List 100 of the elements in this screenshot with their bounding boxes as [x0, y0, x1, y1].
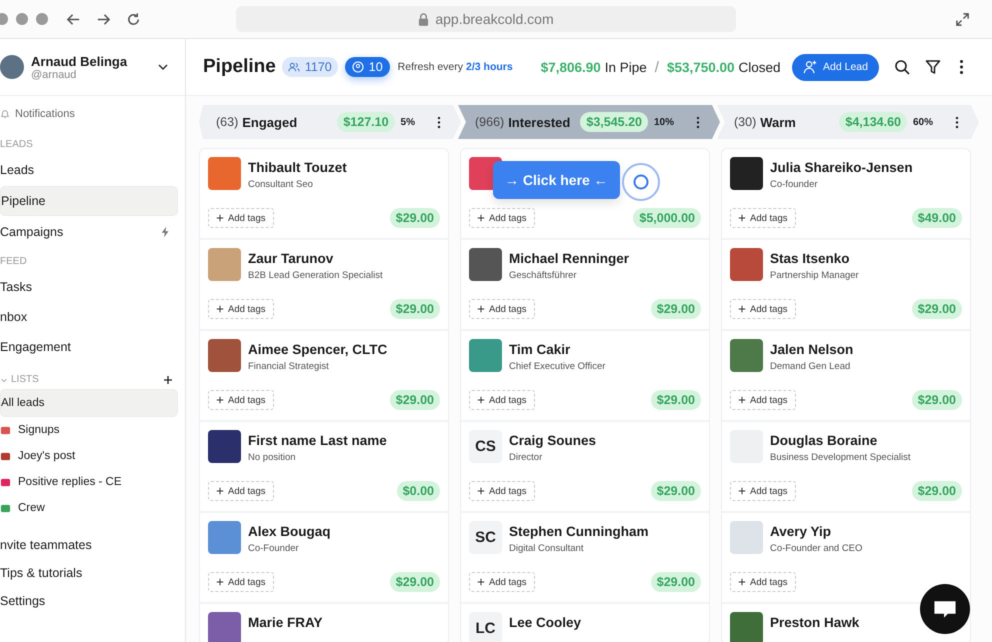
sidebar-link[interactable]: nvite teammates [0, 531, 185, 559]
lead-card[interactable]: Marie FRAY [200, 604, 448, 642]
lead-card[interactable]: Jalen Nelson Demand Gen Lead Add tags $29.00 [722, 331, 970, 422]
plus-icon [477, 396, 485, 404]
add-tags-button[interactable]: Add tags [730, 299, 796, 319]
add-tags-button[interactable]: Add tags [208, 572, 274, 592]
lead-card[interactable]: Stas Itsenko Partnership Manager Add tags $29.00 [722, 240, 970, 331]
list-item[interactable]: All leads [0, 389, 178, 417]
add-tags-button[interactable]: Add tags [208, 299, 274, 319]
lead-card[interactable]: Michael Renninger Geschäftsführer Add tags $29.00 [461, 240, 709, 331]
lead-position: Financial Strategist [248, 361, 330, 372]
deal-amount: $0.00 [396, 481, 440, 501]
lead-position: Partnership Manager [770, 270, 859, 281]
add-tags-button[interactable]: Add tags [730, 481, 796, 501]
lead-card[interactable]: Thibault Touzet Consultant Seo Add tags $29.00 [200, 149, 448, 240]
more-icon[interactable] [696, 116, 700, 128]
lead-name: Craig Sounes [509, 433, 596, 448]
deal-amount: $29.00 [390, 390, 440, 410]
refresh-interval-link[interactable]: 2/3 hours [466, 61, 513, 73]
plus-icon [738, 396, 746, 404]
stage-count: (63) [216, 115, 238, 129]
filter-icon[interactable] [925, 59, 941, 75]
stage-count: (30) [734, 115, 756, 129]
lock-icon [418, 12, 430, 26]
sidebar-link[interactable]: Settings [0, 587, 185, 615]
lead-card[interactable]: Preston Hawk [722, 604, 970, 642]
add-tags-button[interactable]: Add tags [208, 208, 274, 228]
list-item[interactable]: Joey's post [0, 443, 178, 469]
plus-icon [477, 214, 485, 222]
lead-card[interactable]: Aimee Spencer, CLTC Financial Strategist Add tags $29.00 [200, 331, 448, 422]
lead-card[interactable]: SC Stephen Cunningham Digital Consultant Add tags $29.00 [461, 513, 709, 604]
stage-percent: 10% [654, 116, 674, 128]
add-tags-button[interactable]: Add tags [208, 481, 274, 501]
lead-name: Michael Renninger [509, 251, 630, 266]
back-icon[interactable] [66, 12, 81, 26]
section-heading: LEADS [0, 138, 34, 152]
lead-name: Stephen Cunningham [509, 524, 648, 539]
list-item[interactable]: Crew [0, 495, 178, 521]
window-minimize-dot[interactable] [16, 13, 28, 25]
refresh-label: Refresh every [398, 61, 464, 73]
pipeline-stage-tab[interactable]: (966) Interested $3,545.20 10% [458, 105, 720, 139]
stage-name: Warm [760, 114, 797, 130]
hotspot-icon[interactable] [621, 162, 661, 202]
notifications-link[interactable]: Notifications [0, 96, 185, 130]
add-tags-button[interactable]: Add tags [208, 390, 274, 410]
click-here-tooltip[interactable]: → Click here ← [493, 161, 620, 199]
pipeline-stage-tab[interactable]: (63) Engaged $127.10 5% [199, 105, 461, 139]
lead-card[interactable]: Tim Cakir Chief Executive Officer Add tags $29.00 [461, 331, 709, 422]
add-tags-button[interactable]: Add tags [469, 481, 534, 501]
lead-name: Jalen Nelson [770, 342, 854, 357]
sidebar-link[interactable]: Tips & tutorials [0, 559, 185, 587]
sidebar-item[interactable]: Campaigns [0, 218, 178, 246]
list-item[interactable]: Positive replies - CE [0, 469, 178, 495]
stage-amount: $3,545.20 [580, 112, 648, 132]
sidebar-item[interactable]: Leads [0, 156, 178, 184]
forward-icon[interactable] [96, 12, 111, 26]
pipeline-stage-tab[interactable]: (30) Warm $4,134.60 60% [717, 105, 979, 139]
add-tags-button[interactable]: Add tags [469, 572, 534, 592]
lead-card[interactable]: First name Last name No position Add tags $0.00 [200, 422, 448, 513]
reload-icon[interactable] [126, 12, 141, 26]
add-tags-button[interactable]: Add tags [730, 390, 796, 410]
add-tags-button[interactable]: Add tags [730, 208, 796, 228]
more-icon[interactable] [955, 116, 959, 128]
deal-amount: $29.00 [390, 572, 440, 592]
leads-count-badge[interactable]: 1170 [282, 57, 338, 77]
lead-position: Digital Consultant [509, 543, 584, 554]
lead-card[interactable]: Douglas Boraine Business Development Specialist Add tags $29.00 [722, 422, 970, 513]
lead-position: Co-Founder [248, 543, 300, 554]
search-icon[interactable] [894, 59, 910, 75]
lead-card[interactable]: LC Lee Cooley [461, 604, 709, 642]
add-tags-button[interactable]: Add tags [469, 390, 534, 410]
lead-card[interactable]: Zaur Tarunov B2B Lead Generation Specialist Add tags $29.00 [200, 240, 448, 331]
plus-icon[interactable] [163, 374, 173, 384]
lead-position: Director [509, 452, 544, 463]
stage-name: Engaged [242, 114, 298, 130]
address-bar[interactable]: app.breakcold.com [236, 6, 736, 32]
lead-card[interactable]: Alex Bougaq Co-Founder Add tags $29.00 [200, 513, 448, 604]
list-icon [0, 476, 11, 488]
lead-name: First name Last name [248, 433, 387, 448]
initials-avatar: LC [469, 612, 502, 642]
members-count-badge[interactable]: 10 [344, 57, 390, 77]
lead-card[interactable]: Julia Shareiko-Jensen Co-founder Add tags $49.00 [722, 149, 970, 240]
deal-amount: $29.00 [650, 572, 701, 592]
lead-card[interactable]: CS Craig Sounes Director Add tags $29.00 [461, 422, 709, 513]
sidebar-item[interactable]: nbox [0, 303, 178, 331]
chat-widget-popup[interactable] [920, 584, 970, 634]
sidebar-item[interactable]: Engagement [0, 333, 178, 361]
add-tags-button[interactable]: Add tags [469, 299, 534, 319]
expand-icon[interactable] [955, 12, 970, 26]
sidebar-item[interactable]: Tasks [0, 273, 178, 301]
window-zoom-dot[interactable] [36, 13, 48, 25]
list-item[interactable]: Signups [0, 417, 178, 443]
sidebar-item[interactable]: Pipeline [0, 186, 178, 216]
more-icon[interactable] [959, 59, 964, 75]
in-pipe-amount: $7,806.90 [540, 60, 601, 74]
add-tags-button[interactable]: Add tags [730, 572, 796, 592]
deal-amount: $29.00 [912, 390, 962, 410]
add-tags-button[interactable]: Add tags [469, 208, 534, 228]
more-icon[interactable] [437, 116, 441, 128]
add-lead-button[interactable]: Add Lead [792, 54, 879, 80]
